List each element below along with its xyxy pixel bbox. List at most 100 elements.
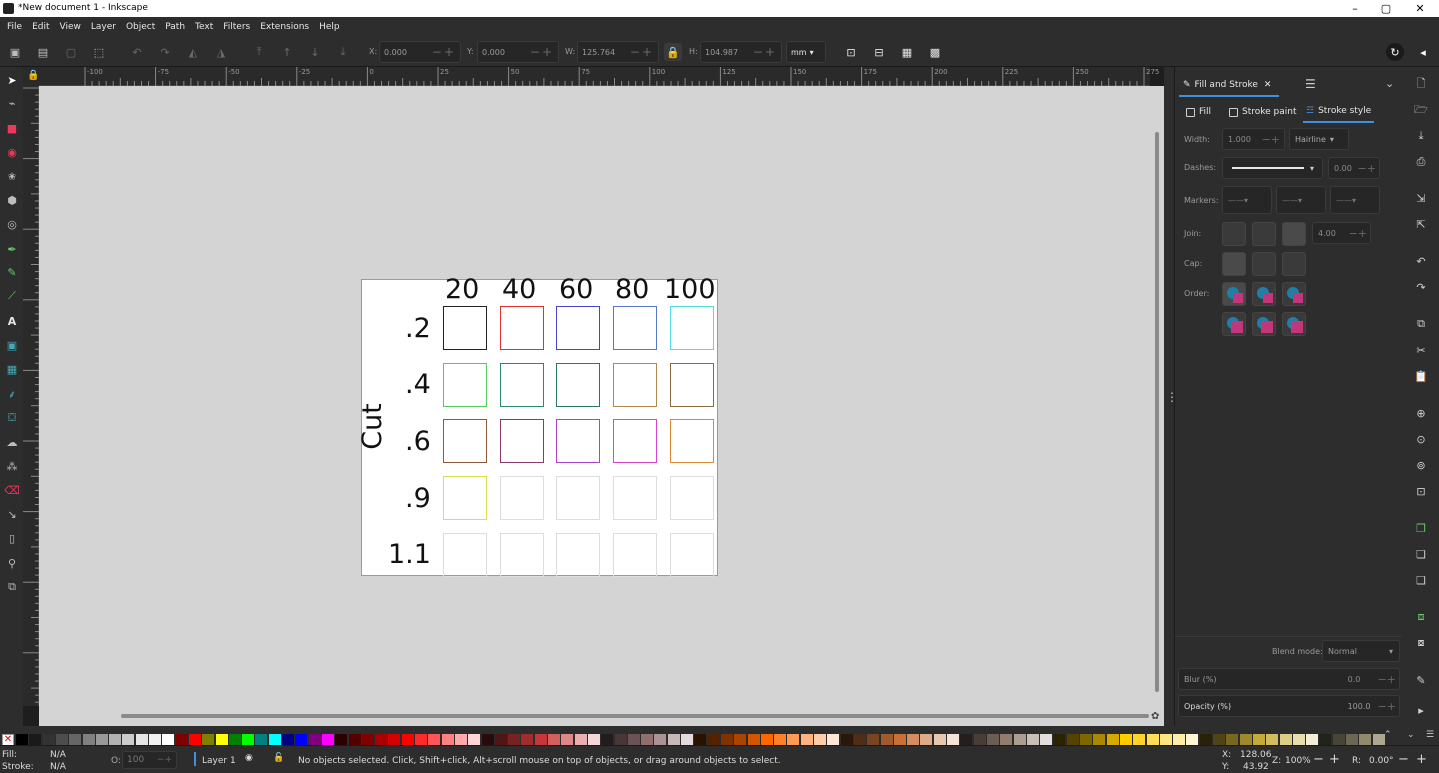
cut-icon[interactable]: ✂ (1412, 341, 1430, 359)
measure-icon[interactable]: ⧉ (3, 578, 21, 596)
rotate-ccw-icon[interactable]: ↶ (128, 43, 146, 61)
new-document-icon[interactable]: 🗋 (1412, 75, 1430, 93)
copy-icon[interactable]: ⧉ (1412, 315, 1430, 333)
mesh-icon[interactable]: ▦ (3, 360, 21, 378)
cap-square-icon[interactable] (1282, 252, 1306, 276)
clone-icon[interactable]: ❏ (1412, 545, 1430, 563)
circle-icon[interactable]: ◉ (3, 143, 21, 161)
unit-select[interactable]: mm ▾ (786, 41, 826, 63)
test-square[interactable] (669, 476, 714, 521)
unlink-clone-icon[interactable]: ❑ (1412, 571, 1430, 589)
test-square[interactable] (613, 419, 658, 464)
gradient-icon[interactable]: ▣ (3, 336, 21, 354)
connector-icon[interactable]: ↘ (3, 505, 21, 523)
zoom-plus-icon[interactable]: + (1329, 752, 1340, 767)
test-square[interactable] (556, 532, 601, 577)
join-miter-icon[interactable] (1282, 222, 1306, 246)
pages-icon[interactable]: ▯ (3, 529, 21, 547)
rotate-minus-icon[interactable]: − (1398, 752, 1409, 767)
zoom-selection-icon[interactable]: ⊕ (1412, 404, 1430, 422)
pen-icon[interactable]: ✒ (3, 240, 21, 258)
transform-pattern-icon[interactable]: ▩ (926, 43, 944, 61)
minimize-button[interactable]: – (1340, 1, 1370, 16)
flip-vertical-icon[interactable]: ◮ (212, 43, 230, 61)
order-markers-fill-stroke-icon[interactable] (1222, 312, 1246, 336)
menu-edit[interactable]: Edit (27, 22, 54, 32)
more-commands-icon[interactable]: ▸ (1412, 701, 1430, 719)
test-square[interactable] (556, 476, 601, 521)
test-square[interactable] (443, 419, 487, 464)
tab-fill-and-stroke[interactable]: ✎ Fill and Stroke ✕ (1179, 75, 1279, 97)
snap-toggle-icon[interactable]: ↻ (1386, 43, 1404, 61)
mid-marker-select[interactable]: ——▾ (1276, 186, 1326, 214)
menu-object[interactable]: Object (121, 22, 160, 32)
import-icon[interactable]: ⇲ (1412, 189, 1430, 207)
test-square[interactable] (556, 306, 601, 350)
box3d-icon[interactable]: ⬢ (3, 191, 21, 209)
vertical-ruler[interactable] (23, 86, 39, 706)
horizontal-ruler[interactable]: -100 -75 -50 -25 0 25 50 75 100 125 150 175 200 225 25… (39, 67, 1159, 86)
subtab-stroke-style[interactable]: ☲ Stroke style (1303, 101, 1375, 123)
menu-filters[interactable]: Filters (218, 22, 255, 32)
flip-horizontal-icon[interactable]: ◭ (184, 43, 202, 61)
menu-view[interactable]: View (55, 22, 86, 32)
test-square[interactable] (613, 476, 658, 521)
join-round-icon[interactable] (1252, 222, 1276, 246)
menu-extensions[interactable]: Extensions (255, 22, 314, 32)
test-square[interactable] (613, 532, 658, 577)
snap-menu-chevron-icon[interactable]: ◂ (1414, 43, 1432, 61)
zoom-drawing-icon[interactable]: ⊙ (1412, 430, 1430, 448)
color-managed-icon[interactable]: ✿ (1151, 711, 1159, 722)
dropper-icon[interactable]: ⸙ (3, 385, 21, 403)
paste-icon[interactable]: 📋 (1412, 367, 1430, 385)
lock-ratio-icon[interactable]: 🔒 (664, 43, 682, 61)
ungroup-icon[interactable]: ⧇ (1412, 634, 1430, 652)
rotate-plus-icon[interactable]: + (1416, 752, 1427, 767)
subtab-fill[interactable]: Fill (1186, 101, 1211, 123)
current-layer[interactable]: Layer 1 (202, 756, 236, 766)
test-square[interactable] (669, 419, 714, 464)
select-all-icon[interactable]: ▣ (6, 43, 24, 61)
transform-gradient-icon[interactable]: ▦ (898, 43, 916, 61)
canvas[interactable]: 20 40 60 80 100 .2 .4 .6 .9 1.1 Cut (39, 86, 1150, 706)
test-square[interactable] (443, 476, 487, 521)
panel-splitter[interactable]: ⋮ (1164, 67, 1178, 726)
spiral-icon[interactable]: ◎ (3, 215, 21, 233)
cap-round-icon[interactable] (1252, 252, 1276, 276)
vertical-scroll-thumb[interactable] (1155, 132, 1159, 692)
x-field[interactable]: 0.000 −+ (379, 41, 461, 63)
group-icon[interactable]: ⧈ (1412, 608, 1430, 626)
vertical-scrollbar[interactable] (1150, 86, 1164, 706)
redo-icon[interactable]: ↷ (1412, 278, 1430, 296)
test-square[interactable] (499, 419, 544, 464)
zoom-value[interactable]: 100% (1285, 756, 1311, 766)
tabs-menu-chevron-icon[interactable]: ⌄ (1385, 77, 1394, 90)
order-stroke-fill-markers-icon[interactable] (1252, 282, 1276, 306)
scale-stroke-icon[interactable]: ⊡ (842, 43, 860, 61)
close-tab-icon[interactable]: ✕ (1264, 80, 1272, 90)
test-square[interactable] (556, 362, 601, 407)
test-square[interactable] (443, 362, 487, 407)
order-stroke-markers-fill-icon[interactable] (1252, 312, 1276, 336)
test-square[interactable] (443, 306, 487, 350)
subtab-stroke-paint[interactable]: Stroke paint (1229, 101, 1297, 123)
lock-guides-icon[interactable]: 🔒 (27, 70, 39, 81)
scale-corners-icon[interactable]: ⊟ (870, 43, 888, 61)
test-square[interactable] (499, 362, 544, 407)
document-page[interactable]: 20 40 60 80 100 .2 .4 .6 .9 1.1 Cut (357, 276, 718, 577)
y-field[interactable]: 0.000 −+ (477, 41, 559, 63)
test-square[interactable] (443, 532, 487, 577)
blend-mode-select[interactable]: Normal ▾ (1322, 640, 1400, 662)
test-square[interactable] (669, 306, 714, 350)
maximize-button[interactable]: ▢ (1371, 1, 1401, 16)
layer-visibility-icon[interactable]: ◉ (245, 753, 253, 763)
undo-icon[interactable]: ↶ (1412, 252, 1430, 270)
calligraphy-icon[interactable]: ⟋ (3, 287, 21, 305)
open-file-icon[interactable]: 🗁 (1412, 101, 1430, 119)
lower-to-bottom-icon[interactable]: ⤓ (334, 43, 352, 61)
menu-path[interactable]: Path (160, 22, 190, 32)
zoom-minus-icon[interactable]: − (1313, 752, 1324, 767)
palette-scroll-up-icon[interactable]: ⌃ (1384, 730, 1392, 740)
opacity-field[interactable]: Opacity (%) 100.0 −+ (1178, 695, 1400, 717)
export-icon[interactable]: ⇱ (1412, 215, 1430, 233)
